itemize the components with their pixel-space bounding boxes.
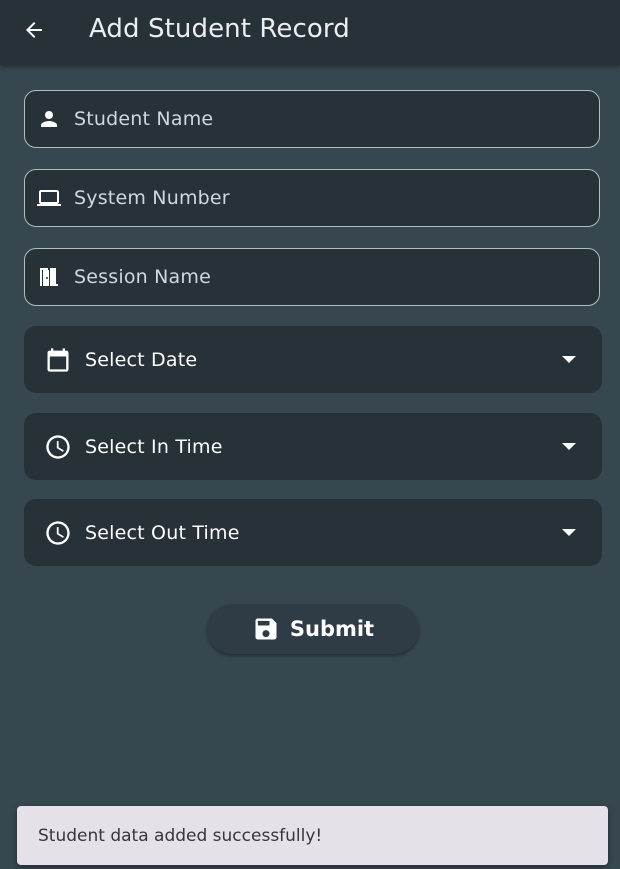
dropdown-arrow-icon <box>562 442 576 450</box>
select-date-label: Select Date <box>85 348 198 371</box>
laptop-icon <box>37 190 61 206</box>
session-name-placeholder: Session Name <box>74 266 211 288</box>
snackbar: Student data added successfully! <box>17 806 608 865</box>
door-icon <box>40 268 58 286</box>
clock-icon <box>46 434 70 459</box>
arrow-back-icon <box>26 22 42 38</box>
select-in-time-label: Select In Time <box>85 435 223 458</box>
save-icon <box>255 618 277 640</box>
back-button[interactable] <box>14 10 54 50</box>
session-name-field[interactable]: Session Name <box>24 248 600 306</box>
app-bar: Add Student Record <box>0 0 620 65</box>
calendar-icon <box>47 347 69 372</box>
select-out-time-label: Select Out Time <box>85 521 240 544</box>
submit-label: Submit <box>289 617 375 641</box>
system-number-placeholder: System Number <box>74 187 230 209</box>
select-out-time-dropdown[interactable]: Select Out Time <box>24 499 602 566</box>
dropdown-arrow-icon <box>562 528 576 536</box>
student-name-field[interactable]: Student Name <box>24 90 600 148</box>
submit-button[interactable]: Submit <box>207 604 419 654</box>
select-in-time-dropdown[interactable]: Select In Time <box>24 413 602 480</box>
dropdown-arrow-icon <box>562 355 576 363</box>
clock-icon <box>46 520 70 545</box>
snackbar-message: Student data added successfully! <box>38 825 323 846</box>
select-date-dropdown[interactable]: Select Date <box>24 326 602 393</box>
person-icon <box>41 111 57 127</box>
system-number-field[interactable]: System Number <box>24 169 600 227</box>
student-name-placeholder: Student Name <box>74 108 214 130</box>
page-title: Add Student Record <box>89 14 350 44</box>
